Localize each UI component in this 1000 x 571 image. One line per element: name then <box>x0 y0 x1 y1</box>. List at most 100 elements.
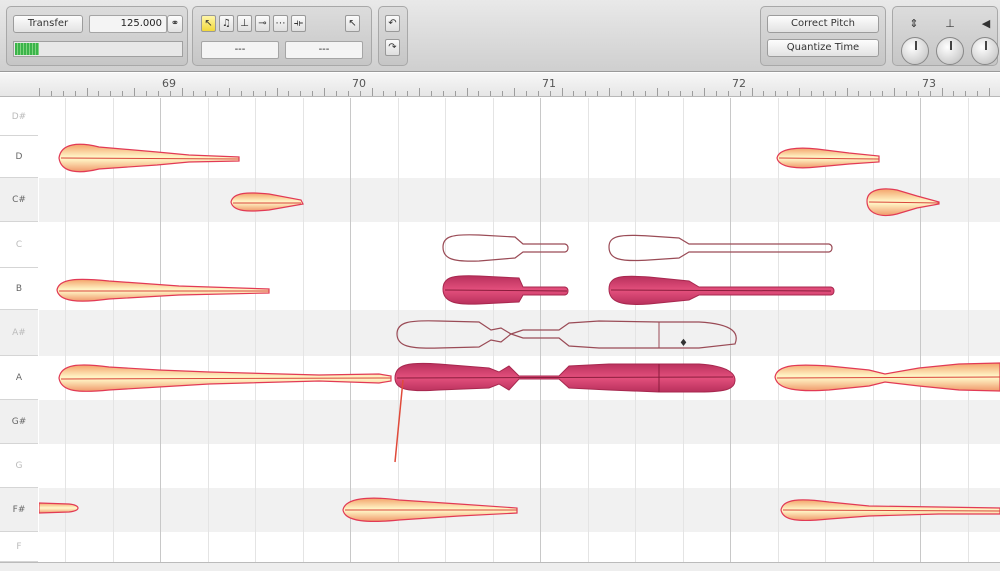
note-blob[interactable] <box>58 143 240 173</box>
pitch-keyboard: D# D C# C B A# A G# G F# F <box>0 98 38 562</box>
ruler-tick <box>609 88 610 96</box>
ruler-tick <box>525 91 527 96</box>
ruler-tick <box>229 88 230 96</box>
ruler-tick <box>383 91 385 96</box>
redo-icon[interactable]: ↷ <box>385 39 400 56</box>
ruler-tick <box>514 88 515 96</box>
note-blob[interactable] <box>866 188 940 217</box>
transfer-button[interactable]: Transfer <box>13 15 83 33</box>
ruler-tick <box>335 91 337 96</box>
ruler-tick <box>597 91 599 96</box>
timeline-ruler[interactable]: 69 70 71 72 73 <box>0 73 1000 97</box>
ruler-tick <box>775 91 777 96</box>
ruler-tick <box>965 91 967 96</box>
ruler-tick <box>145 91 147 96</box>
ruler-tick <box>822 91 824 96</box>
bar-number-71: 71 <box>542 77 556 90</box>
ruler-tick <box>549 91 551 96</box>
ruler-tick <box>359 91 361 96</box>
key-a[interactable]: A <box>0 356 38 400</box>
ruler-tick <box>929 91 931 96</box>
ruler-tick <box>953 91 955 96</box>
note-blob-selected[interactable] <box>394 362 736 393</box>
bar-number-73: 73 <box>922 77 936 90</box>
ruler-tick <box>134 88 135 96</box>
ruler-tick <box>715 91 717 96</box>
formant-tool-icon[interactable]: ⋯ <box>273 15 288 32</box>
separation-tool-icon[interactable]: ⟛ <box>291 15 306 32</box>
note-blob-selected[interactable] <box>442 275 569 305</box>
time-tool-icon[interactable]: ⊸ <box>255 15 270 32</box>
note-outline[interactable] <box>608 234 833 262</box>
key-b[interactable]: B <box>0 268 38 310</box>
ruler-tick <box>989 88 990 96</box>
ruler-tick <box>941 88 943 96</box>
ruler-tick <box>490 91 492 96</box>
key-a-sharp[interactable]: A# <box>0 310 38 356</box>
volume-knob-icon: ◀ <box>981 17 991 30</box>
ruler-tick <box>205 91 207 96</box>
ruler-tick <box>894 88 895 96</box>
note-editor-grid[interactable]: ♦ <box>39 98 1000 562</box>
ruler-tick <box>882 91 884 96</box>
ruler-tick <box>442 91 444 96</box>
ruler-tick <box>905 91 907 96</box>
note-outline[interactable] <box>442 234 569 262</box>
ruler-tick <box>454 91 456 96</box>
tempo-field[interactable]: 125.000 <box>89 15 167 33</box>
horizontal-scrollbar[interactable] <box>0 562 1000 571</box>
ruler-tick <box>727 91 729 96</box>
pitch-knob[interactable] <box>901 37 929 65</box>
note-blob[interactable] <box>230 192 304 212</box>
ruler-tick <box>86 88 88 96</box>
key-d-sharp[interactable]: D# <box>0 98 38 136</box>
undo-icon[interactable]: ↶ <box>385 15 400 32</box>
note-blob[interactable] <box>774 362 1000 392</box>
ruler-tick <box>122 91 124 96</box>
selection-pointer-icon[interactable]: ↖ <box>345 15 360 32</box>
right-value-field[interactable]: --- <box>285 41 363 59</box>
pitch-tool-icon[interactable]: ♫ <box>219 15 234 32</box>
history-group: ↶ ↷ <box>378 6 408 66</box>
key-f[interactable]: F <box>0 532 38 562</box>
pitch-knob-icon: ⇕ <box>909 17 919 30</box>
level-knob[interactable] <box>936 37 964 65</box>
bar-number-69: 69 <box>162 77 176 90</box>
note-blob[interactable] <box>56 278 270 302</box>
note-blob-selected[interactable] <box>608 275 835 305</box>
key-d[interactable]: D <box>0 136 38 178</box>
note-blob[interactable] <box>342 497 518 523</box>
ruler-tick <box>502 91 504 96</box>
ruler-tick <box>834 91 836 96</box>
ruler-tick <box>644 91 646 96</box>
note-blob[interactable] <box>58 364 392 392</box>
correct-pitch-button[interactable]: Correct Pitch <box>767 15 879 33</box>
ruler-tick <box>276 88 278 96</box>
note-blob[interactable] <box>780 499 1000 522</box>
note-blob[interactable] <box>39 502 79 514</box>
key-g-sharp[interactable]: G# <box>0 400 38 444</box>
link-icon[interactable]: ⚭ <box>167 15 183 33</box>
ruler-tick <box>193 91 195 96</box>
ruler-tick <box>300 91 302 96</box>
pointer-icon[interactable]: ↖ <box>201 15 216 32</box>
ruler-tick <box>430 91 432 96</box>
knobs-group: ⇕ ⊥ ◀ <box>892 6 999 66</box>
ruler-tick <box>846 88 848 96</box>
note-blobs-layer[interactable]: ♦ <box>39 98 1000 562</box>
ruler-tick <box>62 91 64 96</box>
volume-knob[interactable] <box>971 37 999 65</box>
key-c[interactable]: C <box>0 222 38 268</box>
amplitude-tool-icon[interactable]: ⊥ <box>237 15 252 32</box>
ruler-tick <box>98 91 100 96</box>
quantize-time-button[interactable]: Quantize Time <box>767 39 879 57</box>
note-blob[interactable] <box>776 147 880 169</box>
key-g[interactable]: G <box>0 444 38 488</box>
ruler-tick <box>74 91 76 96</box>
key-f-sharp[interactable]: F# <box>0 488 38 532</box>
key-c-sharp[interactable]: C# <box>0 178 38 222</box>
tools-group: ↖ ♫ ⊥ ⊸ ⋯ ⟛ ↖ --- --- <box>192 6 372 66</box>
ruler-tick <box>668 91 670 96</box>
left-value-field[interactable]: --- <box>201 41 279 59</box>
bar-number-70: 70 <box>352 77 366 90</box>
